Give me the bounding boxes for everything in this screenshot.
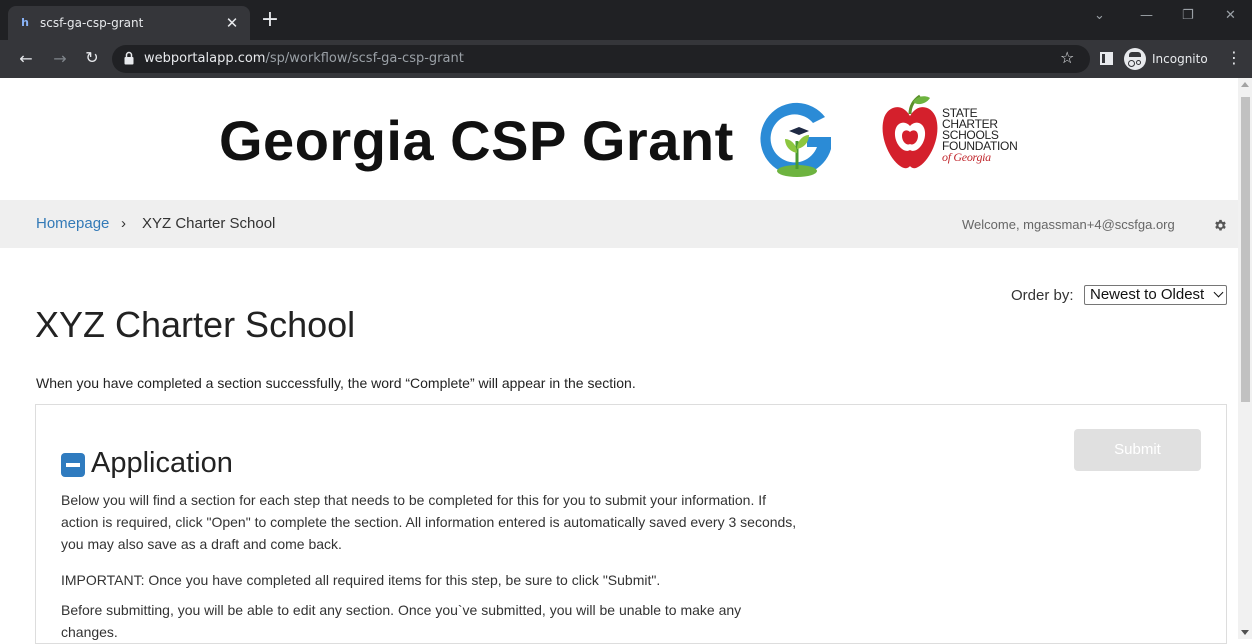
scroll-down-icon[interactable] bbox=[1241, 630, 1249, 635]
url-text[interactable]: webportalapp.com/sp/workflow/scsf-ga-csp… bbox=[144, 51, 464, 66]
section-instructions: Below you will find a section for each s… bbox=[61, 492, 797, 552]
scroll-up-icon[interactable] bbox=[1241, 82, 1249, 87]
url-host: webportalapp.com bbox=[144, 51, 266, 66]
scsf-of-georgia: of Georgia bbox=[942, 150, 991, 164]
browser-tab[interactable]: h scsf-ga-csp-grant ✕ bbox=[8, 6, 250, 40]
close-window-icon[interactable]: ✕ bbox=[1225, 8, 1236, 23]
order-by-select[interactable]: Newest to Oldest bbox=[1084, 285, 1227, 305]
scrollbar-thumb[interactable] bbox=[1241, 97, 1250, 402]
incognito-icon bbox=[1124, 48, 1146, 70]
browser-tab-bar: h scsf-ga-csp-grant ✕ + ⌄ — ❐ ✕ bbox=[0, 0, 1252, 40]
banner: Georgia CSP Grant STATE CHARTER SCHOOLS … bbox=[0, 78, 1238, 200]
reload-icon[interactable]: ↻ bbox=[82, 48, 102, 67]
breadcrumb-home-link[interactable]: Homepage bbox=[36, 215, 109, 232]
tab-search-icon[interactable]: ⌄ bbox=[1094, 8, 1105, 23]
incognito-badge[interactable]: Incognito bbox=[1124, 45, 1208, 73]
intro-text: When you have completed a section succes… bbox=[36, 375, 636, 391]
apple-logo bbox=[882, 94, 938, 169]
georgia-g-logo bbox=[760, 102, 831, 177]
welcome-text: Welcome, mgassman+4@scsfga.org bbox=[962, 217, 1175, 232]
lock-icon bbox=[124, 51, 134, 65]
page-title: XYZ Charter School bbox=[35, 304, 356, 345]
section-editing-note: Before submitting, you will be able to e… bbox=[61, 602, 742, 640]
tab-title: scsf-ga-csp-grant bbox=[40, 16, 144, 30]
collapse-icon[interactable] bbox=[61, 453, 85, 477]
section-important-note: IMPORTANT: Once you have completed all r… bbox=[61, 572, 661, 588]
restore-icon[interactable]: ❐ bbox=[1182, 8, 1194, 23]
new-tab-button[interactable]: + bbox=[258, 9, 282, 33]
chevron-down-icon bbox=[1213, 287, 1224, 298]
minimize-icon[interactable]: — bbox=[1140, 8, 1153, 23]
favicon-icon: h bbox=[21, 16, 29, 29]
section-title: Application bbox=[91, 447, 233, 479]
banner-title: Georgia CSP Grant bbox=[219, 109, 734, 172]
gear-icon[interactable] bbox=[1214, 219, 1227, 232]
scsf-wordmark: STATE CHARTER SCHOOLS FOUNDATION of Geor… bbox=[942, 107, 1018, 164]
side-panel-icon[interactable] bbox=[1100, 52, 1113, 65]
close-tab-icon[interactable]: ✕ bbox=[224, 14, 240, 32]
url-path: /sp/workflow/scsf-ga-csp-grant bbox=[265, 51, 464, 66]
breadcrumb-separator: › bbox=[121, 215, 126, 232]
order-by-label: Order by: bbox=[1011, 287, 1074, 304]
menu-icon[interactable]: ⋮ bbox=[1226, 48, 1242, 67]
incognito-label: Incognito bbox=[1152, 52, 1208, 66]
forward-icon[interactable]: → bbox=[50, 49, 70, 68]
back-icon[interactable]: ← bbox=[16, 49, 36, 68]
submit-button[interactable]: Submit bbox=[1074, 429, 1201, 471]
order-by-value: Newest to Oldest bbox=[1090, 286, 1205, 303]
breadcrumb-current: XYZ Charter School bbox=[142, 215, 276, 232]
star-icon[interactable]: ☆ bbox=[1060, 48, 1074, 67]
